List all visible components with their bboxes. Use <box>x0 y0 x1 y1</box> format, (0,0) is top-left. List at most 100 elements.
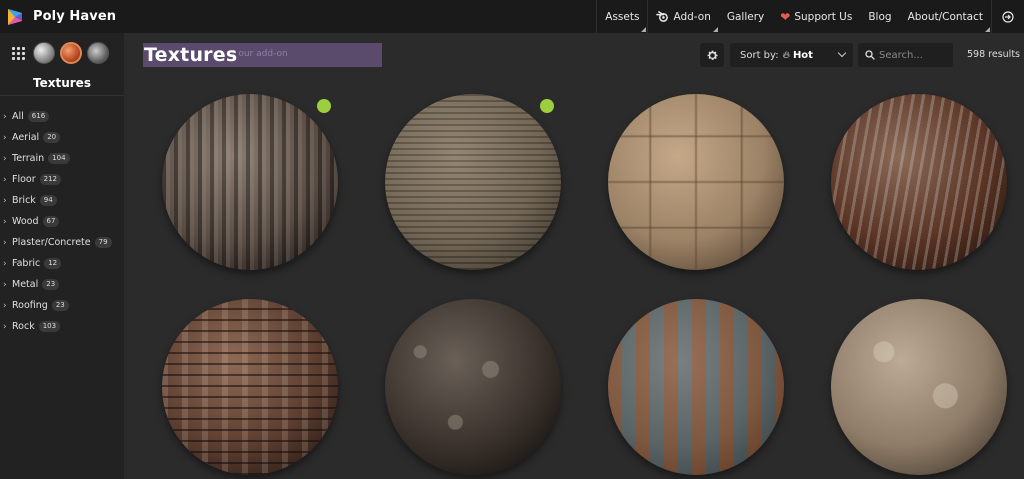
category-count-badge: 103 <box>38 321 61 332</box>
category-label: Fabric <box>12 258 41 269</box>
category-item-plaster-concrete[interactable]: › Plaster/Concrete 79 <box>0 232 124 253</box>
blender-icon <box>656 11 669 22</box>
category-item-floor[interactable]: › Floor 212 <box>0 169 124 190</box>
nav-assets-label: Assets <box>605 10 640 23</box>
category-item-metal[interactable]: › Metal 23 <box>0 274 124 295</box>
sort-label: Sort by: <box>740 49 779 61</box>
category-item-aerial[interactable]: › Aerial 20 <box>0 127 124 148</box>
nav-gallery[interactable]: Gallery <box>719 0 772 33</box>
category-count-badge: 23 <box>51 300 69 311</box>
category-list: › All 616 › Aerial 20 › Terrain 104 › Fl… <box>0 106 124 337</box>
category-item-rock[interactable]: › Rock 103 <box>0 316 124 337</box>
chevron-right-icon: › <box>3 153 7 164</box>
gear-icon <box>707 50 718 60</box>
sort-dropdown[interactable]: Sort by: 🔥︎ Hot <box>730 43 853 67</box>
chevron-right-icon: › <box>3 111 7 122</box>
texture-card[interactable] <box>162 94 338 270</box>
category-item-roofing[interactable]: › Roofing 23 <box>0 295 124 316</box>
chevron-right-icon: › <box>3 174 7 185</box>
texture-card[interactable] <box>385 94 561 270</box>
page-title: Textures <box>144 44 238 66</box>
category-label: All <box>12 111 24 122</box>
nav-support-us[interactable]: ❤ Support Us <box>772 0 860 33</box>
nav-assets[interactable]: Assets <box>597 0 647 33</box>
category-count-badge: 79 <box>94 237 112 248</box>
category-label: Floor <box>12 174 36 185</box>
category-count-badge: 12 <box>44 258 62 269</box>
category-item-all[interactable]: › All 616 <box>0 106 124 127</box>
nav-addon[interactable]: Add-on <box>648 0 718 33</box>
results-count: 598 results <box>967 49 1020 60</box>
sidebar: Textures › All 616 › Aerial 20 › Terrain… <box>0 33 124 479</box>
category-label: Wood <box>12 216 39 227</box>
texture-card[interactable] <box>831 299 1007 475</box>
new-badge-dot <box>540 99 554 113</box>
texture-card[interactable] <box>831 94 1007 270</box>
search-icon <box>865 50 875 60</box>
category-count-badge: 67 <box>42 216 60 227</box>
asset-type-switcher <box>0 33 124 73</box>
search-input[interactable] <box>879 49 949 61</box>
category-label: Rock <box>12 321 35 332</box>
category-item-terrain[interactable]: › Terrain 104 <box>0 148 124 169</box>
search-box <box>858 43 953 67</box>
main-content: t our add-on Textures Sort by: 🔥︎ Hot 59… <box>124 33 1024 479</box>
poly-haven-logo-icon <box>8 8 22 25</box>
category-count-badge: 212 <box>39 174 62 185</box>
category-item-fabric[interactable]: › Fabric 12 <box>0 253 124 274</box>
chevron-right-icon: › <box>3 132 7 143</box>
chevron-right-icon: › <box>3 195 7 206</box>
models-type-icon[interactable] <box>87 42 109 64</box>
texture-card[interactable] <box>385 299 561 475</box>
chevron-right-icon: › <box>3 321 7 332</box>
sidebar-title: Textures <box>33 76 91 90</box>
category-label: Metal <box>12 279 39 290</box>
chevron-right-icon: › <box>3 300 7 311</box>
brand-name: Poly Haven <box>33 9 117 24</box>
category-count-badge: 94 <box>39 195 57 206</box>
texture-card[interactable] <box>608 299 784 475</box>
hdri-type-icon[interactable] <box>33 42 55 64</box>
category-item-brick[interactable]: › Brick 94 <box>0 190 124 211</box>
chevron-down-icon <box>837 48 847 58</box>
category-count-badge: 616 <box>27 111 50 122</box>
category-label: Roofing <box>12 300 48 311</box>
texture-card[interactable] <box>162 299 338 475</box>
top-navbar: Poly Haven Assets Add-on Gallery ❤ Suppo… <box>0 0 1024 33</box>
nav-addon-label: Add-on <box>673 10 711 23</box>
category-count-badge: 20 <box>43 132 61 143</box>
chevron-right-icon: › <box>3 279 7 290</box>
sidebar-divider <box>0 95 124 96</box>
chevron-right-icon: › <box>3 216 7 227</box>
sort-value: Hot <box>792 49 813 61</box>
category-item-wood[interactable]: › Wood 67 <box>0 211 124 232</box>
login-icon <box>1002 10 1014 23</box>
dropdown-corner-icon <box>985 27 990 32</box>
nav-about-contact[interactable]: About/Contact <box>900 0 991 33</box>
addon-hint-text[interactable]: t our add-on <box>232 49 288 59</box>
main-nav: Assets Add-on Gallery ❤ Support Us Blog … <box>596 0 1024 33</box>
chevron-right-icon: › <box>3 258 7 269</box>
settings-button[interactable] <box>700 43 724 67</box>
category-label: Terrain <box>12 153 45 164</box>
new-badge-dot <box>317 99 331 113</box>
brand-link[interactable]: Poly Haven <box>0 0 116 33</box>
login-button[interactable] <box>992 0 1024 33</box>
nav-about-label: About/Contact <box>907 10 983 23</box>
nav-blog-label: Blog <box>868 10 892 23</box>
category-label: Plaster/Concrete <box>12 237 91 248</box>
textures-type-icon[interactable] <box>60 42 82 64</box>
all-assets-grid-icon[interactable] <box>8 43 28 63</box>
dropdown-corner-icon <box>712 27 718 32</box>
nav-support-label: Support Us <box>794 10 853 23</box>
category-label: Brick <box>12 195 36 206</box>
texture-card[interactable] <box>608 94 784 270</box>
category-count-badge: 23 <box>42 279 60 290</box>
nav-blog[interactable]: Blog <box>860 0 899 33</box>
dropdown-corner-icon <box>641 27 647 32</box>
nav-gallery-label: Gallery <box>726 10 765 23</box>
category-label: Aerial <box>12 132 40 143</box>
heart-icon: ❤ <box>780 9 791 24</box>
category-count-badge: 104 <box>48 153 70 164</box>
flame-icon: 🔥︎ <box>782 49 790 61</box>
